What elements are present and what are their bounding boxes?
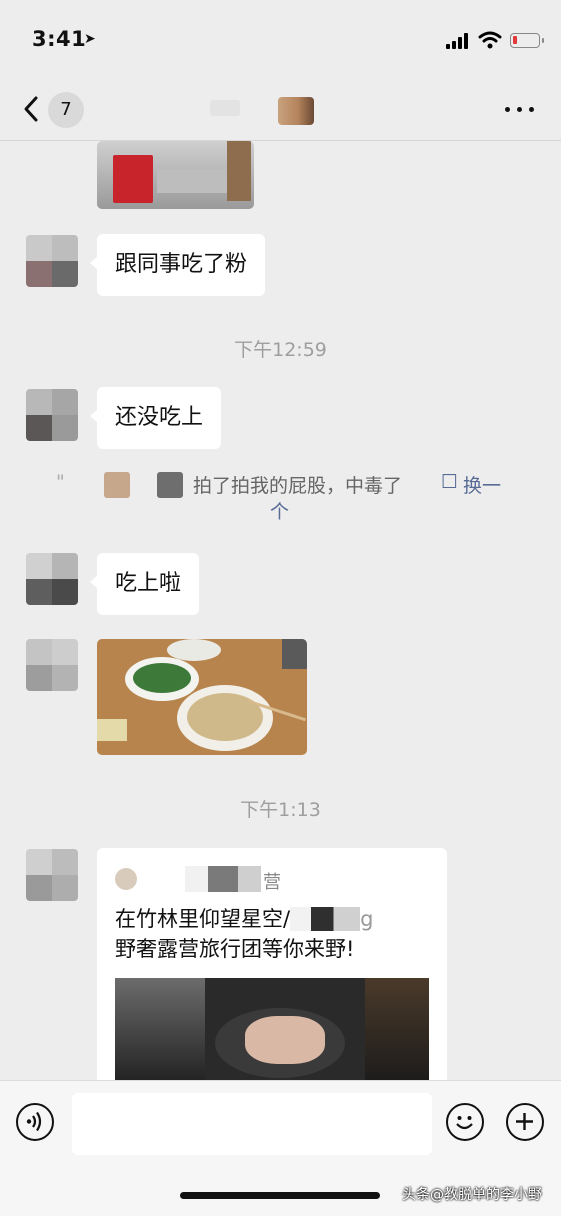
message-bubble[interactable]: 跟同事吃了粉 (89, 234, 266, 296)
share-source-suffix: 营 (263, 872, 281, 893)
quote-mark-icon: " (56, 471, 65, 493)
pat-change-link[interactable]: 换一 (463, 471, 501, 498)
home-indicator[interactable] (180, 1192, 380, 1199)
emoji-icon[interactable] (446, 1103, 484, 1141)
location-arrow-icon: ➤ (84, 31, 96, 47)
message-timestamp: 下午1:13 (240, 799, 321, 821)
message-bubble[interactable]: 吃上啦 (89, 553, 200, 615)
share-thumbnail (115, 978, 429, 1080)
message-list[interactable]: 跟同事吃了粉 下午12:59 还没吃上 " 拍了拍我的屁股，中毒了 ☐ 换一 个… (0, 141, 561, 1080)
pat-notification: " 拍了拍我的屁股，中毒了 ☐ 换一 个 (0, 469, 561, 525)
message-photo-shop[interactable] (97, 141, 254, 209)
edit-icon[interactable]: ☐ (441, 471, 458, 493)
share-title-line2: 野奢露营旅行团等你来野! (115, 937, 355, 961)
avatar[interactable] (26, 389, 78, 441)
chat-nav-bar: 7 (0, 80, 561, 141)
pat-sender-avatar (104, 472, 130, 498)
battery-icon (510, 33, 544, 48)
avatar[interactable] (26, 553, 78, 605)
unread-count-badge[interactable]: 7 (48, 92, 84, 128)
cellular-signal-icon (446, 33, 470, 49)
share-source-logo (115, 868, 137, 890)
wifi-icon (478, 31, 502, 49)
pat-change-link-cont[interactable]: 个 (270, 497, 289, 524)
message-timestamp: 下午12:59 (234, 339, 327, 361)
share-title-redaction (290, 907, 361, 931)
share-title-line1: 在竹林里仰望星空/g (115, 907, 374, 931)
status-time: 3:41 (32, 27, 87, 51)
chevron-left-icon[interactable] (20, 94, 44, 124)
share-source-name-blurred (185, 866, 261, 892)
message-input[interactable] (72, 1093, 432, 1155)
avatar[interactable] (26, 639, 78, 691)
watermark: 头条@教脱单的李小野 (402, 1187, 542, 1203)
plus-icon[interactable] (506, 1103, 544, 1141)
avatar[interactable] (26, 849, 78, 901)
chat-title-blurred (210, 100, 240, 116)
avatar[interactable] (26, 235, 78, 287)
pat-text: 拍了拍我的屁股，中毒了 (193, 475, 403, 497)
pat-target-avatar (157, 472, 183, 498)
voice-input-icon[interactable] (16, 1103, 54, 1141)
share-title: 在竹林里仰望星空/g 野奢露营旅行团等你来野! (115, 904, 435, 964)
chat-title-avatar (278, 97, 314, 125)
message-bubble[interactable]: 还没吃上 (89, 387, 222, 449)
message-photo-food[interactable] (97, 639, 307, 755)
ellipsis-icon[interactable] (505, 104, 535, 114)
share-card[interactable]: 营 在竹林里仰望星空/g 野奢露营旅行团等你来野! (97, 848, 447, 1080)
status-bar: 3:41 ➤ (0, 0, 561, 80)
